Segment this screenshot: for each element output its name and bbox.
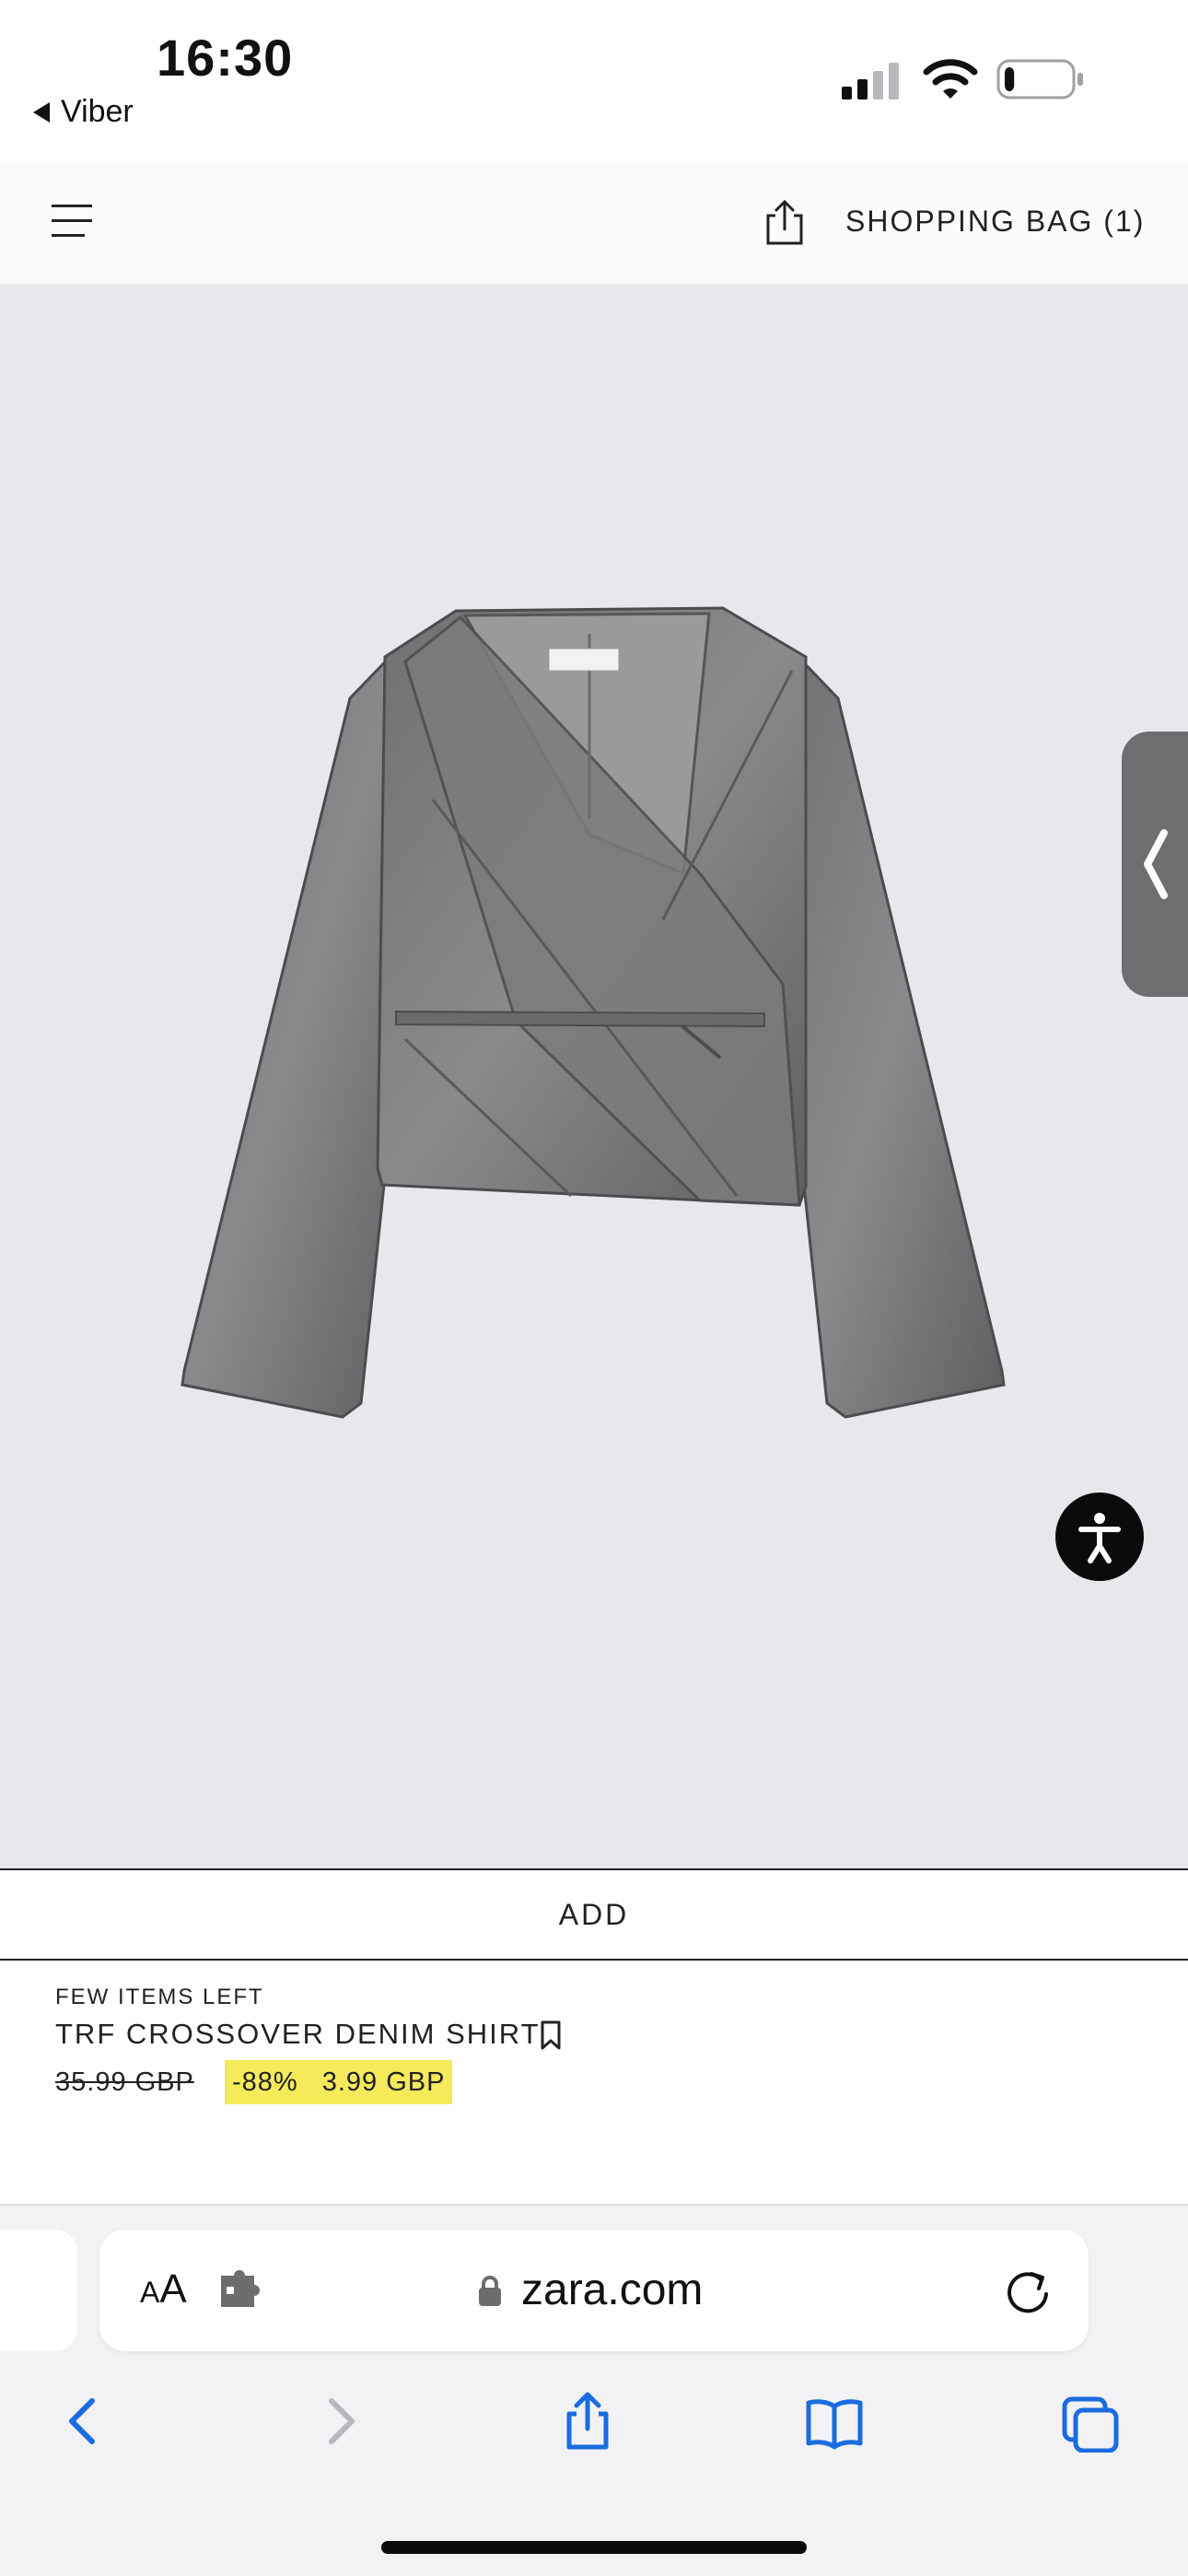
back-app-label: Viber	[61, 94, 134, 129]
tabs-icon[interactable]	[1061, 2390, 1120, 2453]
home-indicator	[381, 2541, 807, 2554]
add-to-bag-button[interactable]: ADD	[0, 1868, 1188, 1961]
share-icon[interactable]	[558, 2390, 617, 2453]
text-size-button[interactable]: AA	[140, 2266, 187, 2313]
status-time: 16:30	[157, 29, 294, 87]
url-text[interactable]: zara.com	[521, 2265, 703, 2315]
forward-icon[interactable]	[309, 2390, 368, 2453]
sale-price: 3.99 GBP	[321, 2067, 446, 2097]
previous-tab-card[interactable]	[0, 2230, 77, 2351]
lock-icon	[479, 2276, 501, 2306]
denim-jacket-illustration	[181, 606, 1006, 1419]
back-triangle-icon	[33, 101, 50, 123]
hamburger-menu-icon[interactable]	[52, 205, 92, 237]
puzzle-piece-icon[interactable]	[217, 2270, 265, 2311]
side-panel-tab[interactable]	[1122, 732, 1188, 997]
battery-icon	[996, 59, 1083, 100]
discount-badge: -88%	[232, 2067, 298, 2097]
text-size-large-a: A	[159, 2266, 187, 2312]
sale-price-highlight: -88% 3.99 GBP	[225, 2060, 453, 2104]
text-size-small-a: A	[140, 2276, 160, 2309]
add-label: ADD	[558, 1897, 630, 1931]
product-name: TRF CROSSOVER DENIM SHIRT	[55, 2018, 541, 2050]
wifi-icon	[923, 59, 978, 99]
reload-icon[interactable]	[1000, 2263, 1055, 2318]
cellular-signal-icon	[842, 63, 899, 100]
stock-note: FEW ITEMS LEFT	[55, 1985, 264, 2009]
back-to-app-link[interactable]: Viber	[33, 94, 134, 130]
product-image[interactable]	[0, 284, 1188, 1868]
shopping-bag-link[interactable]: SHOPPING BAG (1)	[845, 205, 1145, 239]
accessibility-icon	[1078, 1513, 1121, 1563]
original-price: 35.99 GBP	[55, 2067, 194, 2097]
share-icon[interactable]	[761, 199, 809, 247]
bookmark-icon[interactable]	[540, 2020, 562, 2051]
bookmarks-icon[interactable]	[805, 2390, 864, 2453]
back-icon[interactable]	[55, 2390, 114, 2453]
chevron-left-icon	[1144, 829, 1168, 899]
accessibility-button[interactable]	[1055, 1493, 1144, 1581]
